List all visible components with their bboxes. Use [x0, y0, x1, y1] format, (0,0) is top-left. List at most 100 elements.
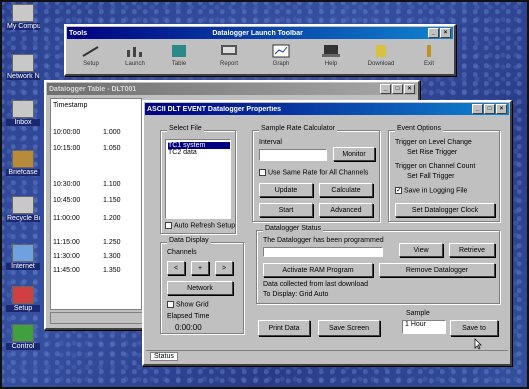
file-listbox[interactable]: TC1 system TC2 data	[165, 139, 231, 219]
minimize-icon[interactable]: _	[380, 84, 391, 94]
set-clock-button[interactable]: Set Datalogger Clock	[395, 203, 495, 217]
close-icon[interactable]: ×	[440, 28, 451, 38]
desktop-icon-network[interactable]: Network Neighborhood	[6, 54, 40, 80]
table-row: 11:30:00	[53, 253, 80, 260]
graph-icon	[272, 44, 290, 58]
table-row: 10:00:00	[53, 129, 81, 136]
list-item[interactable]: TC2 data	[168, 149, 230, 156]
properties-titlebar[interactable]: ASCII DLT EVENT Datalogger Properties _ …	[145, 103, 509, 115]
table-cell: 1.200	[103, 215, 121, 222]
maximize-icon[interactable]: □	[392, 84, 403, 94]
status-strip: Status	[146, 350, 508, 363]
view-button[interactable]: View	[399, 243, 443, 257]
computer-icon	[322, 45, 340, 57]
save-screen-button[interactable]: Save Screen	[318, 320, 380, 336]
save-logging-checkbox[interactable]: Save in Logging File	[395, 187, 467, 194]
tab-status[interactable]: Status	[150, 352, 178, 361]
table-cell: 1.300	[103, 253, 121, 260]
remove-datalogger-button[interactable]: Remove Datalogger	[379, 263, 495, 277]
internet-icon	[12, 244, 34, 262]
maximize-icon[interactable]: □	[484, 104, 495, 114]
print-data-button[interactable]: Print Data	[258, 320, 310, 336]
properties-window: ASCII DLT EVENT Datalogger Properties _ …	[142, 100, 512, 366]
computer-icon	[12, 4, 34, 22]
auto-refresh-checkbox[interactable]: Auto Refresh Setup	[165, 222, 235, 229]
table-row: 11:00:00	[53, 215, 80, 222]
desktop-icon-control[interactable]: Control	[6, 324, 40, 350]
exit-icon	[427, 45, 431, 57]
tool-graph-button[interactable]: Graph	[262, 42, 300, 72]
monitor-button[interactable]: Monitor	[333, 147, 375, 161]
status-progress	[263, 247, 383, 257]
sample-spinner[interactable]: 1 Hour	[402, 320, 446, 334]
horizontal-scrollbar[interactable]	[50, 312, 148, 324]
tool-report-button[interactable]: Report	[210, 42, 248, 72]
setup-icon	[12, 286, 34, 304]
tool-help-button[interactable]: Help	[312, 42, 350, 72]
minimize-icon[interactable]: _	[472, 104, 483, 114]
select-file-group: Select File TC1 system TC2 data Auto Ref…	[160, 125, 236, 234]
set-fall-trigger-link[interactable]: Set Fall Trigger	[407, 173, 454, 180]
tool-exit-button[interactable]: Exit	[410, 42, 448, 72]
table-cell: 1.350	[103, 267, 121, 274]
table-row: 10:45:00	[53, 197, 81, 204]
sample-rate-group: Sample Rate Calculator Interval Monitor …	[252, 125, 380, 222]
download-icon	[376, 45, 386, 57]
table-window-titlebar[interactable]: Datalogger Table - DLT001 _ □ ×	[47, 83, 417, 95]
advanced-button[interactable]: Advanced	[319, 203, 373, 217]
desktop-icon-briefcase[interactable]: Briefcase	[6, 150, 40, 176]
close-icon[interactable]: ×	[404, 84, 415, 94]
desktop-icon-recycle-bin[interactable]: Recycle Bin	[6, 196, 40, 222]
toolbar-titlebar[interactable]: Tools Datalogger Launch Toolbar _ ×	[67, 27, 453, 39]
desktop-icon-internet[interactable]: Internet	[6, 244, 40, 270]
table-row: 10:15:00	[53, 145, 81, 152]
desktop-icon-setup[interactable]: Setup	[6, 286, 40, 312]
prev-channel-button[interactable]: <	[167, 261, 185, 275]
add-channel-button[interactable]: +	[191, 261, 209, 275]
list-item[interactable]: TC1 system	[168, 142, 230, 149]
retrieve-button[interactable]: Retrieve	[449, 243, 495, 257]
wand-icon	[82, 46, 99, 57]
show-grid-checkbox[interactable]: Show Grid	[167, 301, 209, 308]
table-cell: 1.100	[103, 181, 121, 188]
next-channel-button[interactable]: >	[215, 261, 233, 275]
table-row: Timestamp	[53, 102, 88, 109]
network-button[interactable]: Network	[167, 281, 233, 295]
calculate-button[interactable]: Calculate	[319, 183, 373, 197]
network-icon	[12, 54, 34, 72]
tool-setup-button[interactable]: Setup	[72, 42, 110, 72]
tool-launch-button[interactable]: Launch	[116, 42, 154, 72]
desktop-icon-inbox[interactable]: Inbox	[6, 100, 40, 126]
start-button[interactable]: Start	[259, 203, 313, 217]
save-to-button[interactable]: Save to	[450, 320, 498, 336]
toolbar-window: Tools Datalogger Launch Toolbar _ × Setu…	[64, 24, 456, 76]
briefcase-icon	[12, 150, 34, 168]
set-rise-trigger-link[interactable]: Set Rise Trigger	[407, 149, 457, 156]
minimize-icon[interactable]: _	[428, 28, 439, 38]
interval-input[interactable]	[259, 149, 327, 161]
monitor-icon	[221, 45, 237, 55]
table-cell: 1.050	[103, 145, 121, 152]
mouse-cursor-icon	[474, 338, 482, 350]
same-rate-checkbox[interactable]: Use Same Rate for All Channels	[259, 169, 368, 176]
table-cell: 1.000	[103, 129, 121, 136]
control-icon	[12, 324, 34, 342]
table-row: 10:30:00	[53, 181, 81, 188]
datalogger-status-group: Datalogger Status The Datalogger has bee…	[256, 225, 500, 304]
tool-table-button[interactable]: Table	[160, 42, 198, 72]
desktop-icon-my-computer[interactable]: My Computer	[6, 4, 40, 30]
close-icon[interactable]: ×	[496, 104, 507, 114]
inbox-icon	[12, 100, 34, 118]
activate-ram-program-button[interactable]: Activate RAM Program	[263, 263, 373, 277]
event-options-group: Event Options Trigger on Level Change Se…	[388, 125, 500, 222]
update-button[interactable]: Update	[259, 183, 313, 197]
elapsed-time-value: 0:00:00	[175, 323, 202, 332]
table-icon	[172, 45, 186, 57]
chart-icon	[127, 47, 142, 57]
table-grid: Timestamp 10:00:00 1.000 10:15:00 1.050 …	[50, 98, 142, 310]
recycle-bin-icon	[12, 196, 34, 214]
table-row: 11:45:00	[53, 267, 80, 274]
tool-download-button[interactable]: Download	[362, 42, 400, 72]
data-display-group: Data Display Channels < + > Network Show…	[160, 237, 244, 334]
table-row: 11:15:00	[53, 239, 80, 246]
